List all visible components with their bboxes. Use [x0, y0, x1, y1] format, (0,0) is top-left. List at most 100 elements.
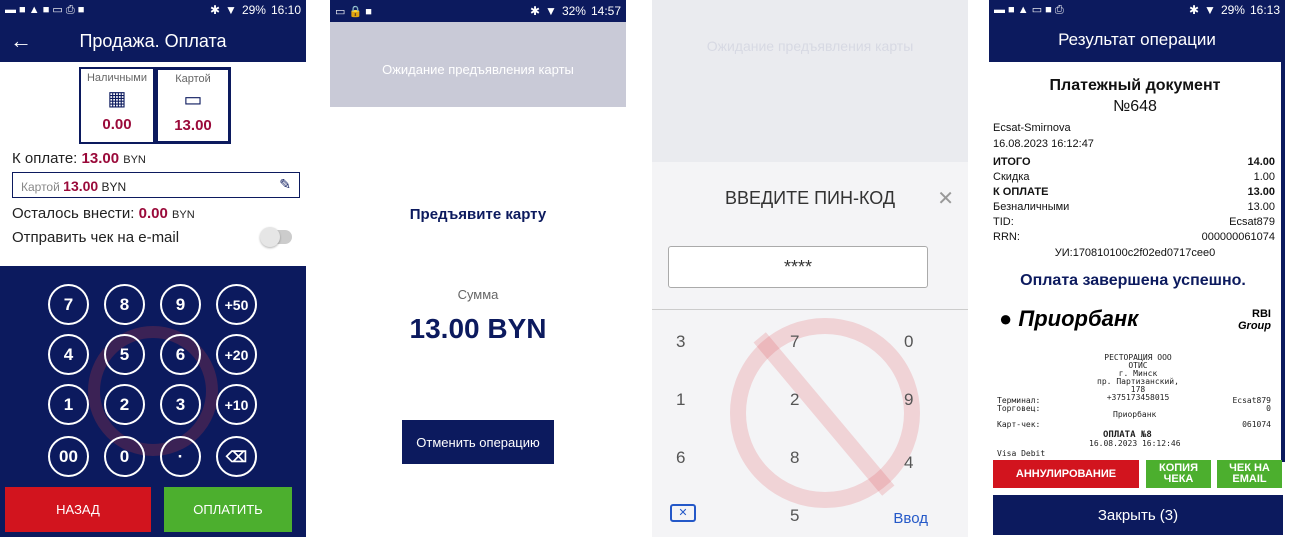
sum-value: 13.00 BYN [409, 313, 547, 344]
status-bar: ▭ 🔒 ■ ✱ ▼ 32% 14:57 [330, 0, 626, 22]
divider [652, 309, 968, 310]
remaining-line: Осталось внести: 0.00 BYN [12, 205, 195, 222]
key-plus20[interactable]: +20 [216, 334, 257, 375]
key-plus50[interactable]: +50 [216, 284, 257, 325]
edit-pencil-icon[interactable]: ✎ [279, 176, 291, 193]
key-plus10[interactable]: +10 [216, 384, 257, 425]
operation-result-screen: ▬ ■ ▲ ▭ ■ ⎙ ✱ ▼ 29% 16:13 Результат опер… [989, 0, 1285, 537]
cashless-row: Безналичными 13.00 [993, 201, 1275, 213]
app-header: ← Продажа. Оплата [0, 20, 306, 62]
key-dot[interactable]: · [160, 436, 201, 477]
backspace-icon[interactable]: ⌫ [216, 436, 257, 477]
enter-button[interactable]: Ввод [893, 510, 928, 527]
document-title: Платежный документ [1049, 77, 1221, 94]
cash-payment-option[interactable]: Наличными ▦ 0.00 [79, 67, 155, 144]
key-0[interactable]: 0 [104, 436, 145, 477]
wifi-icon: ▼ [545, 4, 557, 18]
page-title: Продажа. Оплата [79, 31, 227, 51]
pin-key-3[interactable]: 3 [676, 332, 685, 352]
success-message: Оплата завершена успешно. [1020, 272, 1246, 289]
sum-label: Сумма [457, 287, 499, 302]
pin-entry-screen: Ожидание предъявления карты ВВЕДИТЕ ПИН-… [652, 0, 968, 537]
key-9[interactable]: 9 [160, 284, 201, 325]
email-receipt-label: Отправить чек на e-mail [12, 229, 180, 246]
unique-id: УИ:170810100c2f02ed0717cee0 [1054, 247, 1216, 259]
present-card-text: Предъявите карту [409, 206, 547, 223]
cancel-operation-button[interactable]: Отменить операцию [402, 420, 554, 464]
close-icon[interactable]: ✕ [937, 186, 954, 211]
pin-title: ВВЕДИТЕ ПИН-КОД [724, 188, 896, 208]
battery-level: 29% [241, 3, 266, 17]
merchant-address: РЕСТОРАЦИЯ ООО ОТИС г. Минск пр. Партиза… [1097, 353, 1179, 402]
cashier-name: Ecsat-Smirnova [993, 122, 1071, 134]
cash-amount: 0.00 [102, 116, 132, 133]
status-bar: ▬ ■ ▲ ▭ ■ ⎙ ✱ ▼ 29% 16:13 [989, 0, 1285, 20]
cash-label: Наличными [86, 72, 148, 84]
key-7[interactable]: 7 [48, 284, 89, 325]
merchant-value: 0 [1266, 404, 1271, 413]
to-pay-row: К ОПЛАТЕ 13.00 [993, 186, 1275, 198]
document-number: №648 [1113, 98, 1157, 115]
card-amount: 13.00 [174, 117, 212, 134]
notification-icons: ▬ ■ ▲ ▭ ■ ⎙ [994, 4, 1064, 16]
pin-key-2[interactable]: 2 [790, 390, 799, 410]
bluetooth-icon: ✱ [209, 3, 221, 17]
card-icon: ▭ [183, 89, 203, 111]
pay-button[interactable]: ОПЛАТИТЬ [164, 487, 292, 532]
merchant-label: Торговец: [997, 404, 1041, 413]
card-amount-field[interactable]: Картой 13.00 BYN ✎ [12, 172, 300, 198]
pin-key-9[interactable]: 9 [904, 390, 913, 410]
key-3[interactable]: 3 [160, 384, 201, 425]
sale-payment-screen: ▬ ■ ▲ ■ ▭ ⎙ ■ ✱ ▼ 29% 16:10 ← Продажа. О… [0, 0, 306, 537]
present-card-screen: ▭ 🔒 ■ ✱ ▼ 32% 14:57 Ожидание предъявлени… [330, 0, 626, 537]
notification-icons: ▭ 🔒 ■ [335, 5, 372, 18]
key-00[interactable]: 00 [48, 436, 89, 477]
wifi-icon: ▼ [1204, 3, 1216, 17]
status-time: 14:57 [590, 4, 621, 18]
tid-row: TID: Ecsat879 [993, 216, 1275, 228]
backspace-icon[interactable]: ✕ [670, 504, 696, 522]
back-button[interactable]: НАЗАД [5, 487, 151, 532]
scroll-indicator[interactable] [1281, 62, 1285, 462]
bluetooth-icon: ✱ [529, 4, 541, 18]
document-datetime: 16.08.2023 16:12:47 [993, 138, 1094, 150]
pin-key-0[interactable]: 0 [904, 332, 913, 352]
email-receipt-button[interactable]: ЧЕК НА EMAIL [1217, 460, 1282, 488]
rrn-row: RRN: 000000061074 [993, 231, 1275, 243]
cardcheck-value: 061074 [1242, 420, 1271, 429]
discount-row: Скидка 1.00 [993, 171, 1275, 183]
battery-level: 29% [1220, 3, 1245, 17]
key-6[interactable]: 6 [160, 334, 201, 375]
bluetooth-icon: ✱ [1188, 3, 1200, 17]
key-5[interactable]: 5 [104, 334, 145, 375]
watermark-icon [730, 318, 920, 508]
pin-key-5[interactable]: 5 [790, 506, 799, 526]
to-pay-line: К оплате: 13.00 BYN [12, 150, 146, 167]
key-1[interactable]: 1 [48, 384, 89, 425]
pin-key-7[interactable]: 7 [790, 332, 799, 352]
status-bar: ▬ ■ ▲ ■ ▭ ⎙ ■ ✱ ▼ 29% 16:10 [0, 0, 306, 20]
bank-line: Приорбанк [1113, 410, 1157, 419]
card-payment-option[interactable]: Картой ▭ 13.00 [155, 67, 231, 144]
receipt-copy-button[interactable]: КОПИЯ ЧЕКА [1146, 460, 1211, 488]
total-row: ИТОГО 14.00 [993, 156, 1275, 168]
card-label: Картой [175, 73, 211, 85]
close-button[interactable]: Закрыть (3) [993, 495, 1283, 535]
rbi-logo: RBI Group [1238, 308, 1271, 332]
annul-button[interactable]: АННУЛИРОВАНИЕ [993, 460, 1139, 488]
notification-icons: ▬ ■ ▲ ■ ▭ ⎙ ■ [5, 4, 85, 16]
pin-key-1[interactable]: 1 [676, 390, 685, 410]
pin-input[interactable]: **** [668, 246, 928, 288]
remaining-amount: 0.00 [138, 205, 168, 222]
to-pay-amount: 13.00 [81, 150, 120, 167]
pin-key-6[interactable]: 6 [676, 448, 685, 468]
page-title: Результат операции [989, 20, 1285, 62]
pin-key-4[interactable]: 4 [904, 453, 913, 473]
waiting-card-banner: Ожидание предъявления карты [330, 22, 626, 107]
key-2[interactable]: 2 [104, 384, 145, 425]
pin-key-8[interactable]: 8 [790, 448, 799, 468]
email-receipt-toggle[interactable] [260, 227, 292, 247]
bank-logo: ● Приорбанк [999, 306, 1139, 331]
key-8[interactable]: 8 [104, 284, 145, 325]
key-4[interactable]: 4 [48, 334, 89, 375]
